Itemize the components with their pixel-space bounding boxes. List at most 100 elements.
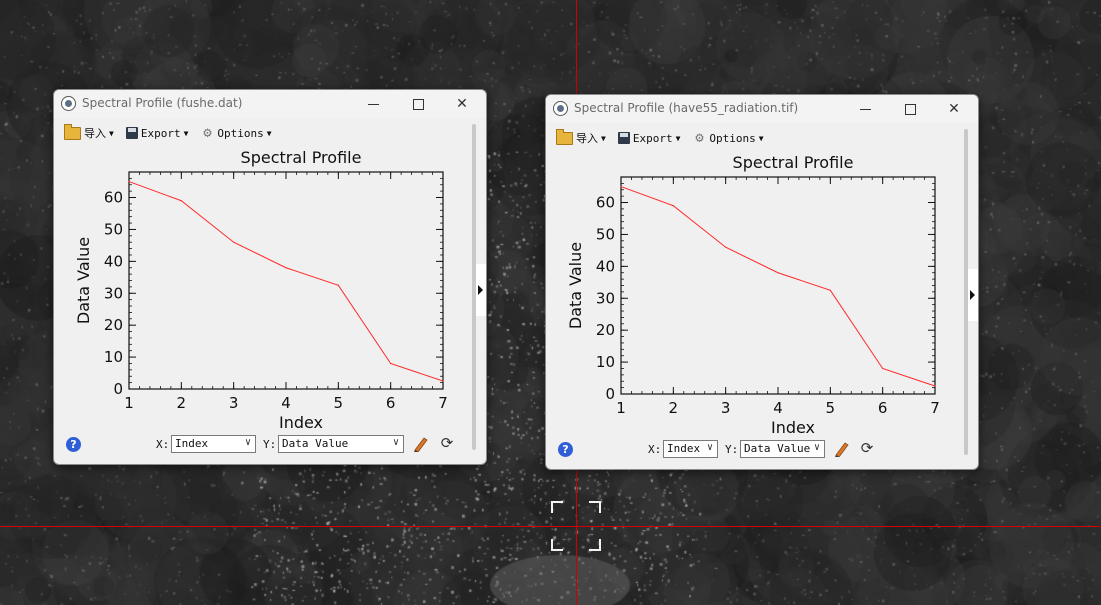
side-panel-toggle[interactable]: [968, 269, 978, 321]
save-icon: [617, 132, 630, 144]
y-tick-label: 30: [104, 284, 123, 302]
toolbar: 导入 ▼ Export ▼ ⚙ Options ▼: [64, 123, 284, 143]
x-tick-label: 1: [616, 399, 626, 417]
y-tick-label: 20: [104, 316, 123, 334]
data-point: [180, 200, 182, 202]
y-tick-label: 50: [596, 225, 615, 243]
x-axis-title: Index: [279, 413, 323, 432]
x-tick-label: 6: [878, 399, 888, 417]
pencil-icon[interactable]: [833, 441, 849, 457]
minimize-icon[interactable]: [846, 97, 886, 121]
import-label: 导入: [576, 132, 598, 145]
help-icon[interactable]: ?: [66, 437, 81, 452]
import-menu-button[interactable]: 导入 ▼: [64, 123, 114, 141]
x-tick-label: 5: [826, 399, 836, 417]
maximize-icon[interactable]: [398, 92, 438, 116]
spectral-profile-window-1[interactable]: Spectral Profile (fushe.dat) ✕ 导入 ▼ Expo…: [53, 89, 487, 465]
dropdown-arrow-icon: ▼: [601, 133, 606, 143]
data-point: [934, 385, 936, 387]
x-tick-label: 2: [177, 394, 187, 412]
title-bar[interactable]: Spectral Profile (fushe.dat) ✕: [54, 90, 486, 118]
data-point: [285, 267, 287, 269]
import-label: 导入: [84, 127, 106, 140]
x-tick-label: 6: [386, 394, 396, 412]
close-icon[interactable]: ✕: [934, 97, 974, 121]
spectral-profile-window-2[interactable]: Spectral Profile (have55_radiation.tif) …: [545, 94, 979, 470]
dropdown-arrow-icon: ▼: [675, 133, 681, 143]
zoom-box[interactable]: [551, 501, 601, 551]
y-tick-label: 60: [596, 194, 615, 212]
x-axis-select[interactable]: Index ∨: [171, 435, 256, 453]
y-axis-select-value: Data Value: [744, 442, 811, 455]
y-tick-label: 60: [104, 189, 123, 207]
help-icon[interactable]: ?: [558, 442, 573, 457]
chevron-down-icon: ∨: [706, 442, 713, 453]
y-axis-title: Data Value: [566, 242, 585, 329]
title-bar[interactable]: Spectral Profile (have55_radiation.tif) …: [546, 95, 978, 123]
data-point: [725, 246, 727, 248]
import-menu-button[interactable]: 导入 ▼: [556, 128, 606, 146]
x-tick-label: 7: [438, 394, 448, 412]
chevron-down-icon: ∨: [813, 442, 820, 453]
y-axis-title: Data Value: [74, 237, 93, 324]
y-tick-label: 0: [605, 385, 615, 403]
folder-icon: [556, 128, 573, 145]
plot-area: [128, 171, 444, 390]
spectral-profile-chart[interactable]: Spectral Profile 1 2 3 4 5 6 7 0 10 20 30 40 50 60 Inde…: [561, 151, 953, 441]
x-axis-select[interactable]: Index ∨: [663, 440, 718, 458]
data-point: [777, 272, 779, 274]
x-axis-select-value: Index: [667, 442, 701, 455]
plot-area: [620, 176, 936, 395]
x-axis-label: X:: [156, 438, 170, 451]
zoom-box-corner: [589, 539, 601, 551]
maximize-icon[interactable]: [890, 97, 930, 121]
export-label: Export: [140, 126, 181, 140]
y-axis-select[interactable]: Data Value ∨: [740, 440, 825, 458]
export-menu-button[interactable]: Export ▼: [125, 126, 188, 140]
axis-controls: ? X: Index ∨ Y: Data Value ∨ ⟳: [546, 438, 978, 460]
options-label: Options: [217, 126, 264, 140]
close-icon[interactable]: ✕: [442, 92, 482, 116]
gear-icon: ⚙: [695, 130, 704, 146]
zoom-box-corner: [551, 501, 563, 513]
export-menu-button[interactable]: Export ▼: [617, 131, 681, 145]
refresh-icon[interactable]: ⟳: [439, 435, 455, 451]
refresh-icon[interactable]: ⟳: [859, 440, 875, 456]
window-title: Spectral Profile (have55_radiation.tif): [574, 101, 799, 115]
y-tick-label: 40: [596, 257, 615, 275]
options-label: Options: [709, 131, 756, 145]
chevron-down-icon: ∨: [244, 437, 251, 448]
data-point: [128, 180, 130, 183]
y-axis-select[interactable]: Data Value ∨: [278, 435, 404, 453]
x-axis-select-value: Index: [175, 437, 209, 450]
data-point: [442, 380, 444, 382]
window-title: Spectral Profile (fushe.dat): [82, 96, 243, 110]
pencil-icon[interactable]: [412, 436, 428, 452]
y-tick-label: 50: [104, 220, 123, 238]
spectral-profile-chart[interactable]: Spectral Profile 1 2 3 4 5 6 7 0 10 20 30 40 50 60 Inde…: [69, 146, 461, 436]
options-menu-button[interactable]: ⚙ Options ▼: [692, 131, 763, 145]
y-tick-label: 10: [596, 353, 615, 371]
x-tick-label: 4: [281, 394, 291, 412]
axis-controls: ? X: Index ∨ Y: Data Value ∨ ⟳: [54, 433, 486, 455]
x-tick-label: 5: [334, 394, 344, 412]
data-point: [829, 289, 831, 291]
chevron-down-icon: ∨: [392, 437, 399, 448]
gear-icon: ⚙: [203, 125, 212, 141]
x-tick-label: 3: [721, 399, 731, 417]
y-tick-label: 30: [596, 289, 615, 307]
options-menu-button[interactable]: ⚙ Options ▼: [200, 126, 271, 140]
folder-icon: [64, 123, 81, 140]
y-axis-label: Y:: [725, 443, 739, 456]
data-point: [390, 362, 392, 365]
side-panel-toggle[interactable]: [476, 264, 486, 316]
chart-title: Spectral Profile: [241, 148, 362, 167]
minimize-icon[interactable]: [354, 92, 394, 116]
y-tick-label: 10: [104, 348, 123, 366]
x-tick-label: 7: [930, 399, 940, 417]
x-tick-label: 2: [669, 399, 679, 417]
x-tick-label: 1: [124, 394, 134, 412]
export-label: Export: [632, 131, 673, 145]
zoom-box-corner: [589, 501, 601, 513]
x-tick-label: 4: [773, 399, 783, 417]
